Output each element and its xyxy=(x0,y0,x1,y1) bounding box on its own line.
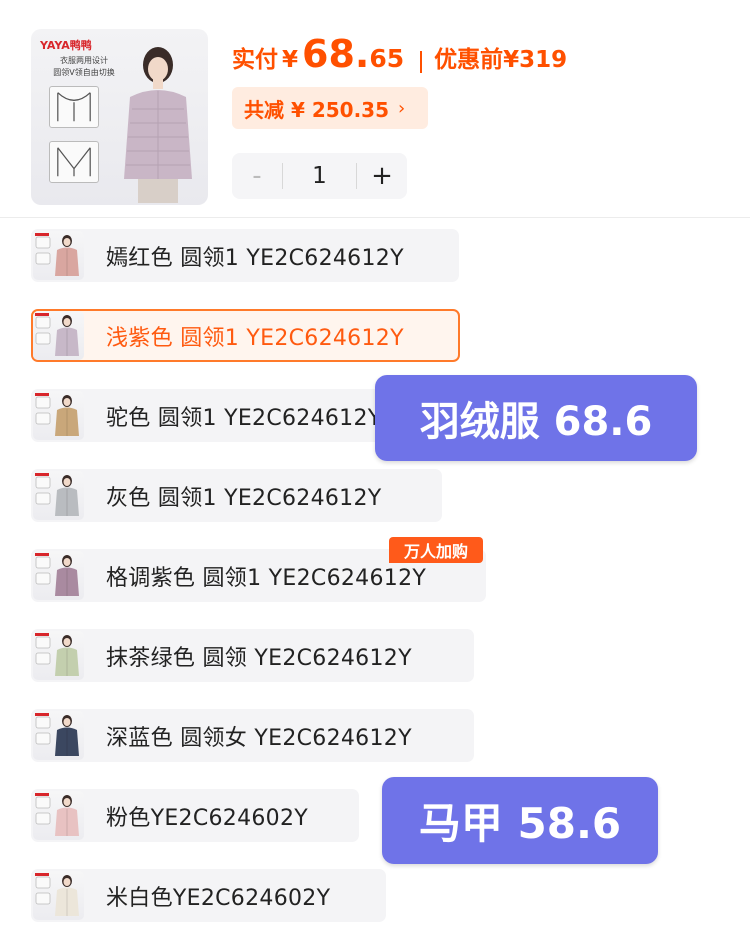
chevron-right-icon: › xyxy=(398,97,406,119)
variant-swatch xyxy=(33,711,84,760)
v-collar-diagram xyxy=(49,141,99,183)
round-collar-diagram xyxy=(49,86,99,128)
price-line: 实付 ¥ 68. 65 优惠前¥319 xyxy=(232,32,567,84)
variant-swatch xyxy=(33,551,84,600)
brand-logo: YAYA鸭鸭 xyxy=(40,39,92,52)
header-divider xyxy=(0,217,750,218)
variant-swatch xyxy=(33,231,84,280)
quantity-stepper[interactable]: - 1 + xyxy=(232,153,407,199)
variant-label: 格调紫色 圆领1 YE2C624612Y xyxy=(106,565,427,591)
variant-label: 驼色 圆领1 YE2C624612Y xyxy=(106,405,382,431)
variant-option[interactable]: 抹茶绿色 圆领 YE2C624612Y xyxy=(31,629,474,682)
variant-option[interactable]: 灰色 圆领1 YE2C624612Y xyxy=(31,469,442,522)
variant-label: 粉色YE2C624602Y xyxy=(106,805,309,831)
quantity-value[interactable]: 1 xyxy=(283,163,356,189)
original-price: 优惠前¥319 xyxy=(434,47,568,73)
variant-swatch xyxy=(33,631,84,680)
variant-option[interactable]: 粉色YE2C624602Y xyxy=(31,789,359,842)
variant-swatch xyxy=(33,871,84,920)
increase-button[interactable]: + xyxy=(357,161,407,191)
price-separator xyxy=(420,51,423,73)
variant-option-selected[interactable]: 浅紫色 圆领1 YE2C624612Y xyxy=(31,309,460,362)
variant-label: 灰色 圆领1 YE2C624612Y xyxy=(106,485,382,511)
variant-label: 浅紫色 圆领1 YE2C624612Y xyxy=(106,325,404,351)
variant-label: 深蓝色 圆领女 YE2C624612Y xyxy=(106,725,412,751)
paid-price-integer: 68. xyxy=(302,32,370,76)
variant-option[interactable]: 米白色YE2C624602Y xyxy=(31,869,386,922)
hot-badge: 万人加购 xyxy=(389,537,483,563)
variant-swatch xyxy=(33,311,84,360)
variant-swatch xyxy=(33,391,84,440)
paid-price-decimal: 65 xyxy=(369,44,405,73)
variant-swatch xyxy=(33,471,84,520)
product-thumbnail[interactable]: YAYA鸭鸭 衣服两用设计 圆领V领自由切换 xyxy=(31,29,208,205)
decrease-button[interactable]: - xyxy=(232,161,282,191)
variant-swatch xyxy=(33,791,84,840)
variant-option[interactable]: 嫣红色 圆领1 YE2C624612Y xyxy=(31,229,459,282)
down-jacket-price-annotation: 羽绒服 68.6 xyxy=(375,375,697,461)
variant-label: 嫣红色 圆领1 YE2C624612Y xyxy=(106,245,404,271)
model-image xyxy=(108,39,200,203)
discount-detail-button[interactable]: 共减 ¥ 250.35 › xyxy=(232,87,428,129)
discount-label: 共减 ¥ 250.35 xyxy=(244,97,390,122)
variant-option[interactable]: 深蓝色 圆领女 YE2C624612Y xyxy=(31,709,474,762)
currency-symbol: ¥ xyxy=(282,47,299,73)
variant-label: 抹茶绿色 圆领 YE2C624612Y xyxy=(106,645,412,671)
vest-price-annotation: 马甲 58.6 xyxy=(382,777,658,864)
paid-label: 实付 xyxy=(232,47,278,73)
variant-label: 米白色YE2C624602Y xyxy=(106,885,331,911)
